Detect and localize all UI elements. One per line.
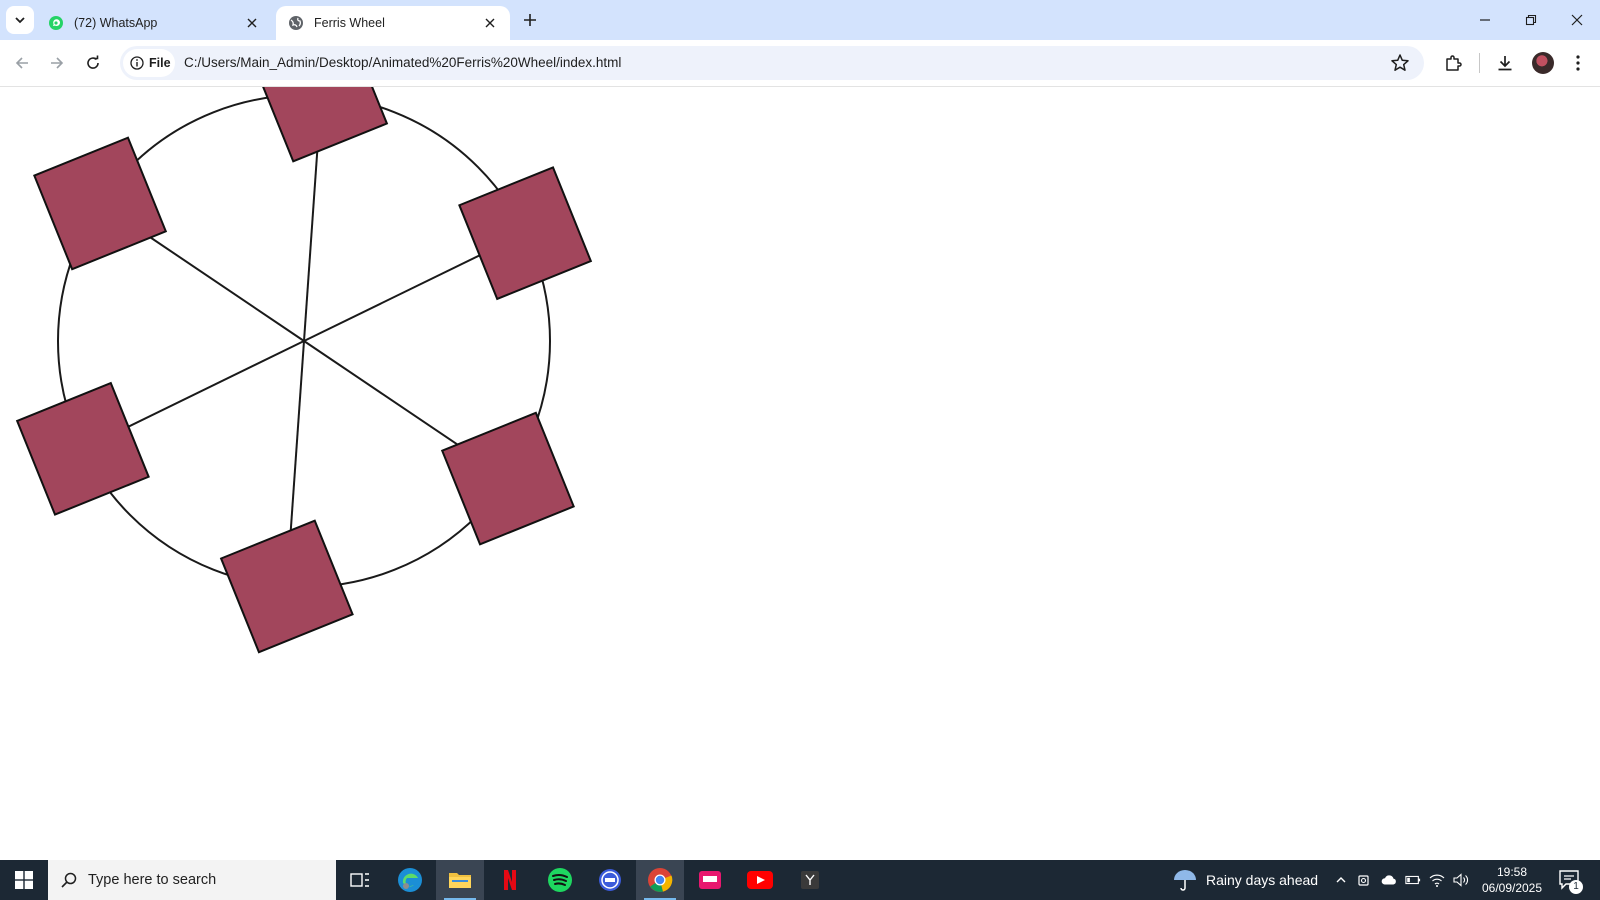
arrow-right-icon: [51, 57, 64, 69]
wheel-cabin: [254, 87, 389, 163]
weather-text: Rainy days ahead: [1206, 872, 1319, 888]
spotify-icon: [548, 868, 572, 892]
toolbar-divider: [1479, 53, 1480, 73]
taskbar-youtube[interactable]: [736, 860, 784, 900]
download-icon: [1498, 56, 1512, 71]
folder-icon: [449, 873, 471, 888]
chevron-down-icon: [15, 17, 25, 24]
system-clock[interactable]: 19:58 06/09/2025: [1474, 864, 1550, 896]
restore-icon: [1525, 14, 1537, 26]
new-tab-button[interactable]: [520, 10, 540, 30]
speaker-icon: [1453, 873, 1468, 887]
start-button[interactable]: [0, 860, 48, 900]
taskbar-y-app[interactable]: [786, 860, 834, 900]
taskbar-edge[interactable]: [386, 860, 434, 900]
wheel-cabin: [440, 411, 575, 546]
whatsapp-icon: [49, 16, 63, 30]
tab-ferris-wheel[interactable]: Ferris Wheel: [276, 6, 510, 40]
info-icon: [130, 56, 144, 70]
windows-logo-icon: [15, 871, 33, 889]
close-icon: [1571, 14, 1583, 26]
umbrella-rain-icon: [1174, 870, 1196, 891]
taskbar-isp[interactable]: [586, 860, 634, 900]
browser-menu-button[interactable]: [1566, 51, 1590, 75]
search-placeholder: Type here to search: [88, 872, 217, 888]
tray-volume[interactable]: [1453, 872, 1469, 888]
taskbar-chrome[interactable]: [636, 860, 684, 900]
chevron-up-icon: [1336, 877, 1346, 883]
taskbar-file-explorer[interactable]: [436, 860, 484, 900]
site-info-chip[interactable]: File: [123, 49, 175, 77]
youtube-icon: [747, 871, 773, 889]
more-vertical-icon: [1576, 55, 1580, 71]
taskbar-search[interactable]: Type here to search: [48, 860, 336, 900]
close-window-button[interactable]: [1565, 8, 1589, 32]
task-view-icon: [350, 873, 369, 887]
cloud-icon: [1381, 875, 1396, 885]
edge-icon: [398, 868, 422, 892]
reload-button[interactable]: [81, 51, 105, 75]
profile-avatar[interactable]: [1532, 52, 1554, 74]
bookmark-star-icon[interactable]: [1390, 53, 1410, 73]
isp-icon: [599, 869, 621, 891]
weather-widget[interactable]: Rainy days ahead: [1172, 860, 1318, 900]
plus-icon: [524, 14, 536, 26]
wheel-cabin: [458, 166, 593, 301]
page-viewport: [0, 87, 1600, 860]
camera-icon: [1358, 875, 1369, 886]
url-text[interactable]: C:/Users/Main_Admin/Desktop/Animated%20F…: [184, 55, 621, 70]
netflix-icon: [504, 870, 516, 890]
y-app-icon: [801, 871, 819, 889]
tray-battery[interactable]: [1405, 872, 1421, 888]
tab-title: Ferris Wheel: [314, 16, 385, 30]
wheel-cabin: [219, 519, 354, 654]
extensions-button[interactable]: [1441, 51, 1465, 75]
tray-network[interactable]: [1429, 872, 1445, 888]
reload-icon: [87, 55, 99, 69]
taskbar-spotify[interactable]: [536, 860, 584, 900]
taskbar-task-view[interactable]: [336, 860, 384, 900]
taskbar-netflix[interactable]: [486, 860, 534, 900]
taskbar-iptv[interactable]: [686, 860, 734, 900]
puzzle-icon: [1446, 55, 1462, 71]
tab-whatsapp[interactable]: (72) WhatsApp: [44, 6, 272, 40]
wheel-cabin: [33, 136, 168, 271]
wheel-cabin: [15, 381, 150, 516]
minimize-icon: [1480, 19, 1490, 21]
restore-button[interactable]: [1519, 8, 1543, 32]
arrow-left-icon: [15, 57, 28, 69]
close-icon[interactable]: [244, 15, 260, 31]
clock-time: 19:58: [1496, 865, 1528, 879]
tab-strip: (72) WhatsApp Ferris Wheel: [0, 0, 1600, 40]
tray-meet-now[interactable]: [1357, 872, 1373, 888]
tray-overflow-button[interactable]: [1333, 872, 1349, 888]
address-bar[interactable]: File C:/Users/Main_Admin/Desktop/Animate…: [120, 46, 1424, 80]
tray-onedrive[interactable]: [1381, 872, 1397, 888]
downloads-button[interactable]: [1493, 51, 1517, 75]
ferris-wheel: [15, 87, 593, 654]
forward-button[interactable]: [45, 51, 69, 75]
tab-title: (72) WhatsApp: [74, 16, 158, 30]
minimize-button[interactable]: [1473, 8, 1497, 32]
windows-taskbar: Type here to search Rainy days ahead 19:…: [0, 860, 1600, 900]
back-button[interactable]: [10, 51, 34, 75]
clock-date: 06/09/2025: [1481, 881, 1543, 895]
close-icon[interactable]: [482, 15, 498, 31]
globe-icon: [289, 16, 303, 30]
site-info-label: File: [149, 56, 171, 70]
tab-search-button[interactable]: [6, 6, 34, 34]
wifi-icon: [1429, 874, 1445, 887]
iptv-icon: [699, 871, 721, 889]
battery-icon: [1405, 875, 1421, 885]
notification-count-badge: 1: [1569, 880, 1583, 894]
search-icon: [61, 872, 77, 888]
browser-toolbar: File C:/Users/Main_Admin/Desktop/Animate…: [0, 40, 1600, 87]
chrome-icon: [648, 868, 673, 892]
